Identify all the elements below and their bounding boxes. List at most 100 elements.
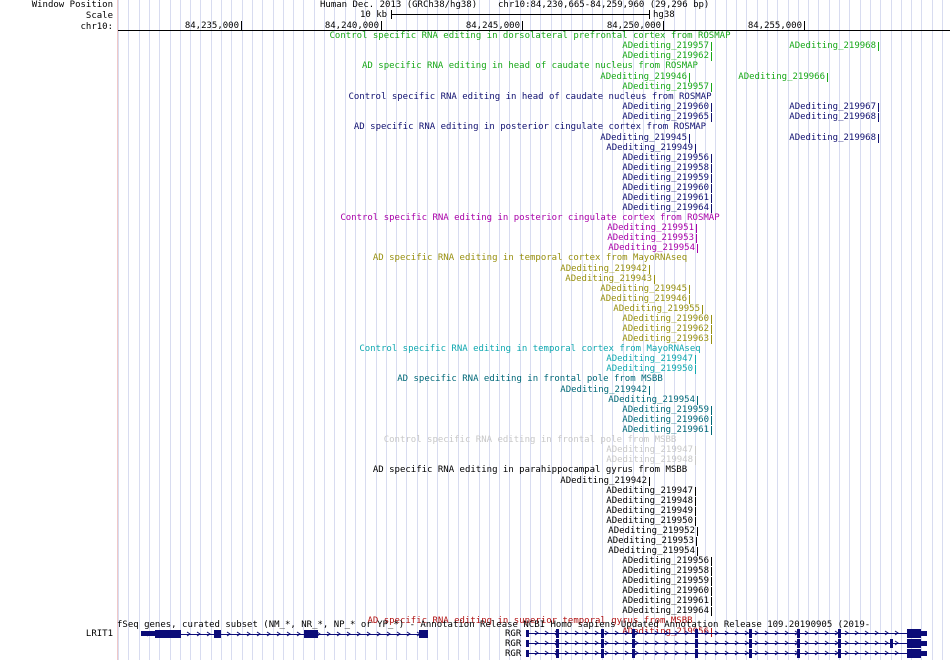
editing-site-mark[interactable] [711,415,712,425]
editing-site-mark[interactable] [711,587,712,597]
editing-site-mark[interactable] [711,113,712,123]
editing-site-label[interactable]: ADediting_219949 [573,506,693,516]
editing-site-label[interactable]: ADediting_219950 [573,516,693,526]
editing-site-mark[interactable] [695,506,696,516]
editing-site-mark[interactable] [827,72,828,82]
editing-site-mark[interactable] [654,274,655,284]
editing-site-mark[interactable] [711,82,712,92]
editing-site-label[interactable]: ADediting_219955 [580,304,700,314]
editing-site-mark[interactable] [711,153,712,163]
editing-site-label[interactable]: ADediting_219960 [589,102,709,112]
editing-site-mark[interactable] [695,496,696,506]
editing-site-label[interactable]: ADediting_219959 [589,576,709,586]
editing-site-label[interactable]: ADediting_219968 [756,133,876,143]
editing-site-label[interactable]: ADediting_219945 [567,284,687,294]
editing-site-mark[interactable] [711,577,712,587]
editing-site-mark[interactable] [695,456,696,466]
track-title[interactable]: AD specific RNA editing in head of cauda… [0,61,950,71]
editing-site-mark[interactable] [649,264,650,274]
editing-site-mark[interactable] [711,314,712,324]
editing-site-label[interactable]: ADediting_219958 [589,566,709,576]
editing-site-mark[interactable] [697,526,698,536]
editing-site-label[interactable]: ADediting_219959 [589,173,709,183]
editing-site-mark[interactable] [711,425,712,435]
editing-site-mark[interactable] [711,405,712,415]
editing-site-label[interactable]: ADediting_219945 [567,133,687,143]
editing-site-label[interactable]: ADediting_219946 [567,294,687,304]
editing-site-label[interactable]: ADediting_219960 [589,314,709,324]
track-title[interactable]: AD specific RNA editing in frontal pole … [0,374,950,384]
editing-site-label[interactable]: ADediting_219956 [589,153,709,163]
editing-site-mark[interactable] [695,446,696,456]
editing-site-label[interactable]: ADediting_219962 [589,324,709,334]
editing-site-label[interactable]: ADediting_219942 [527,264,647,274]
track-title[interactable]: AD specific RNA editing in temporal cort… [0,253,950,263]
editing-site-label[interactable]: ADediting_219956 [589,556,709,566]
editing-site-label[interactable]: ADediting_219947 [573,445,693,455]
editing-site-label[interactable]: ADediting_219960 [589,586,709,596]
editing-site-label[interactable]: ADediting_219960 [589,183,709,193]
track-title[interactable]: Control specific RNA editing in head of … [0,92,950,102]
editing-site-mark[interactable] [878,103,879,113]
editing-site-label[interactable]: ADediting_219968 [756,41,876,51]
editing-site-label[interactable]: ADediting_219947 [573,486,693,496]
editing-site-label[interactable]: ADediting_219965 [589,112,709,122]
editing-site-mark[interactable] [695,355,696,365]
editing-site-mark[interactable] [711,103,712,113]
editing-site-mark[interactable] [697,244,698,254]
editing-site-label[interactable]: ADediting_219964 [589,606,709,616]
editing-site-mark[interactable] [711,597,712,607]
track-title[interactable]: Control specific RNA editing in frontal … [0,435,950,445]
editing-site-label[interactable]: ADediting_219953 [574,233,694,243]
editing-site-label[interactable]: ADediting_219947 [573,354,693,364]
editing-site-label[interactable]: ADediting_219950 [573,364,693,374]
editing-site-mark[interactable] [696,234,697,244]
editing-site-mark[interactable] [878,42,879,52]
track-title[interactable]: Control specific RNA editing in dorsolat… [0,31,950,41]
editing-site-label[interactable]: ADediting_219954 [575,395,695,405]
editing-site-label[interactable]: ADediting_219967 [756,102,876,112]
editing-site-label[interactable]: ADediting_219966 [705,72,825,82]
editing-site-label[interactable]: ADediting_219954 [575,243,695,253]
editing-site-mark[interactable] [697,395,698,405]
editing-site-mark[interactable] [711,324,712,334]
editing-site-mark[interactable] [878,133,879,143]
editing-site-label[interactable]: ADediting_219943 [532,274,652,284]
editing-site-label[interactable]: ADediting_219959 [589,405,709,415]
editing-site-mark[interactable] [711,607,712,617]
editing-site-mark[interactable] [649,385,650,395]
editing-site-label[interactable]: ADediting_219949 [573,143,693,153]
editing-site-mark[interactable] [711,183,712,193]
editing-site-mark[interactable] [695,516,696,526]
editing-site-label[interactable]: ADediting_219951 [574,223,694,233]
editing-site-label[interactable]: ADediting_219961 [589,425,709,435]
editing-site-mark[interactable] [711,42,712,52]
editing-site-label[interactable]: ADediting_219946 [567,72,687,82]
editing-site-mark[interactable] [689,294,690,304]
gene-label-lrit1[interactable]: LRIT1 [0,629,113,639]
editing-site-mark[interactable] [695,486,696,496]
editing-site-label[interactable]: ADediting_219942 [527,385,647,395]
position-label[interactable]: chr10:84,230,665-84,259,960 (29,296 bp) [498,0,709,10]
editing-site-label[interactable]: ADediting_219961 [589,193,709,203]
editing-site-mark[interactable] [711,173,712,183]
gene-label-rgr-3[interactable]: RGR [505,649,521,659]
editing-site-mark[interactable] [695,143,696,153]
editing-site-mark[interactable] [696,224,697,234]
editing-site-label[interactable]: ADediting_219957 [589,41,709,51]
editing-site-mark[interactable] [702,304,703,314]
editing-site-label[interactable]: ADediting_219948 [573,455,693,465]
editing-site-label[interactable]: ADediting_219958 [589,163,709,173]
track-title[interactable]: Control specific RNA editing in posterio… [0,213,950,223]
editing-site-mark[interactable] [711,193,712,203]
editing-site-mark[interactable] [711,557,712,567]
editing-site-mark[interactable] [711,335,712,344]
editing-site-mark[interactable] [695,365,696,375]
editing-site-mark[interactable] [649,476,650,486]
editing-site-label[interactable]: ADediting_219960 [589,415,709,425]
editing-site-label[interactable]: ADediting_219953 [574,536,694,546]
editing-site-mark[interactable] [696,537,697,546]
editing-site-label[interactable]: ADediting_219963 [589,334,709,344]
editing-site-mark[interactable] [711,52,712,62]
editing-site-mark[interactable] [697,547,698,557]
